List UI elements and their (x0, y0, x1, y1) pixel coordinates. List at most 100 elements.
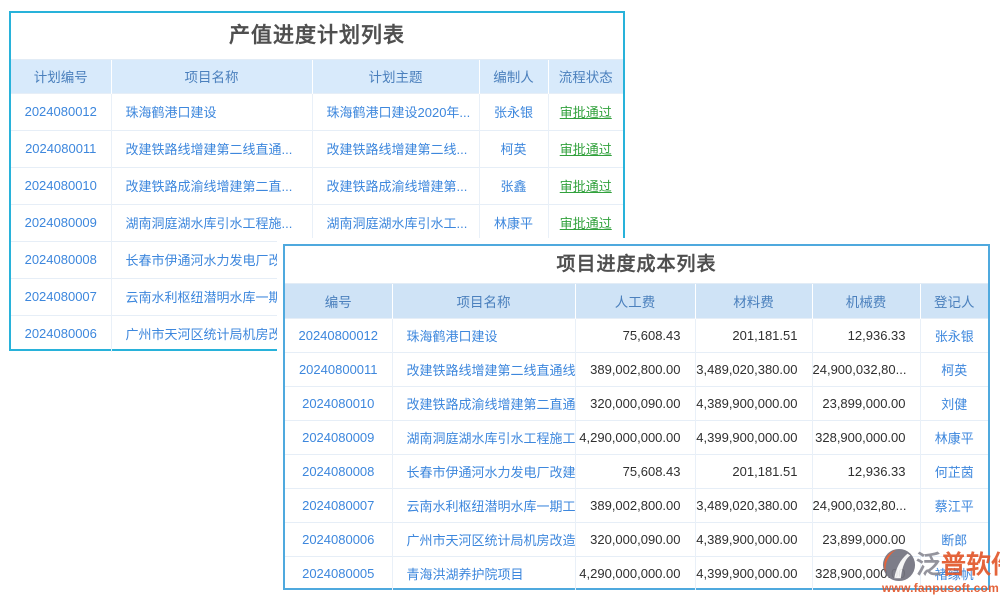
cost-id-link[interactable]: 2024080010 (302, 396, 374, 411)
subject-link[interactable]: 改建铁路成渝线增建第... (327, 179, 468, 194)
material-cost: 201,181.51 (695, 318, 812, 352)
project-link[interactable]: 长春市伊通河水力发电厂改建... (407, 465, 576, 480)
machine-cost: 24,900,032,80... (812, 352, 920, 386)
status-link[interactable]: 审批通过 (560, 179, 612, 194)
labor-cost: 320,000,090.00 (575, 522, 695, 556)
table-row[interactable]: 2024080010 改建铁路成渝线增建第二直... 改建铁路成渝线增建第...… (11, 167, 623, 204)
compiler-name: 张永银 (494, 105, 533, 120)
cost-id-link[interactable]: 2024080005 (302, 566, 374, 581)
watermark-brand-text: 泛普软件 (916, 550, 1000, 580)
labor-cost: 320,000,090.00 (575, 386, 695, 420)
material-cost: 4,399,900,000.00 (695, 420, 812, 454)
project-link[interactable]: 广州市天河区统计局机房改造... (407, 533, 576, 548)
subject-link[interactable]: 湖南洞庭湖水库引水工... (327, 216, 468, 231)
cost-id-link[interactable]: 2024080009 (302, 430, 374, 445)
project-link[interactable]: 长春市伊通河水力发电厂改... (126, 253, 293, 268)
material-cost: 4,399,900,000.00 (695, 556, 812, 590)
plan-id-link[interactable]: 2024080006 (25, 326, 97, 341)
project-link[interactable]: 云南水利枢纽潜明水库一期工... (407, 499, 576, 514)
registrant-name: 蔡江平 (935, 499, 974, 514)
cost-col-labor: 人工费 (575, 284, 695, 318)
status-link[interactable]: 审批通过 (560, 142, 612, 157)
cost-col-id: 编号 (285, 284, 392, 318)
table-row[interactable]: 2024080008 长春市伊通河水力发电厂改建... 75,608.43 20… (285, 454, 988, 488)
compiler-name: 张鑫 (500, 179, 526, 194)
plan-col-status: 流程状态 (548, 60, 623, 93)
registrant-name: 断郎 (941, 533, 967, 548)
cost-id-link[interactable]: 2024080006 (302, 532, 374, 547)
status-link[interactable]: 审批通过 (560, 216, 612, 231)
fanpu-logo-icon (882, 548, 916, 582)
labor-cost: 75,608.43 (575, 454, 695, 488)
desktop: 产值进度计划列表 计划编号 项目名称 计划主题 编制人 流程状态 2024080… (0, 0, 1000, 600)
machine-cost: 24,900,032,80... (812, 488, 920, 522)
project-link[interactable]: 改建铁路成渝线增建第二直... (126, 179, 293, 194)
compiler-name: 柯英 (500, 142, 526, 157)
plan-table-header-row: 计划编号 项目名称 计划主题 编制人 流程状态 (11, 60, 623, 93)
table-row[interactable]: 2024080009 湖南洞庭湖水库引水工程施... 湖南洞庭湖水库引水工...… (11, 204, 623, 241)
plan-col-compiler: 编制人 (479, 60, 548, 93)
project-link[interactable]: 改建铁路成渝线增建第二直通... (407, 397, 576, 412)
project-link[interactable]: 云南水利枢纽潜明水库一期... (126, 290, 293, 305)
labor-cost: 389,002,800.00 (575, 488, 695, 522)
plan-id-link[interactable]: 2024080008 (25, 252, 97, 267)
project-link[interactable]: 湖南洞庭湖水库引水工程施... (126, 216, 293, 231)
table-row[interactable]: 2024080009 湖南洞庭湖水库引水工程施工... 4,290,000,00… (285, 420, 988, 454)
project-link[interactable]: 珠海鹤港口建设 (407, 329, 498, 344)
subject-link[interactable]: 改建铁路线增建第二线... (327, 142, 468, 157)
material-cost: 201,181.51 (695, 454, 812, 488)
status-link[interactable]: 审批通过 (560, 105, 612, 120)
plan-col-project: 项目名称 (111, 60, 312, 93)
registrant-name: 刘健 (941, 397, 967, 412)
project-link[interactable]: 改建铁路线增建第二线直通线... (407, 363, 576, 378)
labor-cost: 389,002,800.00 (575, 352, 695, 386)
project-link[interactable]: 广州市天河区统计局机房改... (126, 327, 293, 342)
project-link[interactable]: 珠海鹤港口建设 (126, 105, 217, 120)
project-link[interactable]: 湖南洞庭湖水库引水工程施工... (407, 431, 576, 446)
cost-table-header-row: 编号 项目名称 人工费 材料费 机械费 登记人 (285, 284, 988, 318)
cost-col-registrant: 登记人 (920, 284, 988, 318)
cost-id-link[interactable]: 2024080007 (302, 498, 374, 513)
cost-id-link[interactable]: 20240800011 (299, 362, 378, 377)
machine-cost: 12,936.33 (812, 318, 920, 352)
registrant-name: 张永银 (935, 329, 974, 344)
labor-cost: 4,290,000,000.00 (575, 420, 695, 454)
machine-cost: 328,900,000.00 (812, 420, 920, 454)
project-link[interactable]: 青海洪湖养护院项目 (407, 567, 524, 582)
registrant-name: 何芷茵 (935, 465, 974, 480)
plan-list-title: 产值进度计划列表 (11, 13, 623, 60)
plan-id-link[interactable]: 2024080011 (25, 141, 96, 156)
machine-cost: 23,899,000.00 (812, 386, 920, 420)
table-row[interactable]: 2024080010 改建铁路成渝线增建第二直通... 320,000,090.… (285, 386, 988, 420)
compiler-name: 林康平 (494, 216, 533, 231)
subject-link[interactable]: 珠海鹤港口建设2020年... (327, 105, 471, 120)
plan-col-subject: 计划主题 (312, 60, 479, 93)
table-row[interactable]: 2024080012 珠海鹤港口建设 珠海鹤港口建设2020年... 张永银 审… (11, 93, 623, 130)
watermark-url: www.fanpusoft.com (882, 581, 998, 595)
cost-id-link[interactable]: 20240800012 (298, 328, 378, 343)
plan-id-link[interactable]: 2024080010 (25, 178, 97, 193)
table-row[interactable]: 20240800012 珠海鹤港口建设 75,608.43 201,181.51… (285, 318, 988, 352)
machine-cost: 12,936.33 (812, 454, 920, 488)
table-row[interactable]: 20240800011 改建铁路线增建第二线直通线... 389,002,800… (285, 352, 988, 386)
plan-col-id: 计划编号 (11, 60, 111, 93)
cost-list-title: 项目进度成本列表 (285, 246, 988, 284)
plan-id-link[interactable]: 2024080012 (25, 104, 97, 119)
project-link[interactable]: 改建铁路线增建第二线直通... (126, 142, 293, 157)
cost-col-material: 材料费 (695, 284, 812, 318)
cost-col-machine: 机械费 (812, 284, 920, 318)
table-row[interactable]: 2024080011 改建铁路线增建第二线直通... 改建铁路线增建第二线...… (11, 130, 623, 167)
material-cost: 3,489,020,380.00 (695, 352, 812, 386)
labor-cost: 4,290,000,000.00 (575, 556, 695, 590)
cost-list-window: 项目进度成本列表 编号 项目名称 人工费 材料费 机械费 登记人 2024080… (283, 244, 990, 590)
plan-id-link[interactable]: 2024080007 (25, 289, 97, 304)
material-cost: 4,389,900,000.00 (695, 386, 812, 420)
cost-table: 编号 项目名称 人工费 材料费 机械费 登记人 20240800012 珠海鹤港… (285, 284, 988, 590)
registrant-name: 林康平 (935, 431, 974, 446)
material-cost: 4,389,900,000.00 (695, 522, 812, 556)
registrant-name: 柯英 (941, 363, 967, 378)
cost-id-link[interactable]: 2024080008 (302, 464, 374, 479)
fanpu-watermark: 泛普软件 www.fanpusoft.com (882, 548, 998, 595)
plan-id-link[interactable]: 2024080009 (25, 215, 97, 230)
table-row[interactable]: 2024080007 云南水利枢纽潜明水库一期工... 389,002,800.… (285, 488, 988, 522)
